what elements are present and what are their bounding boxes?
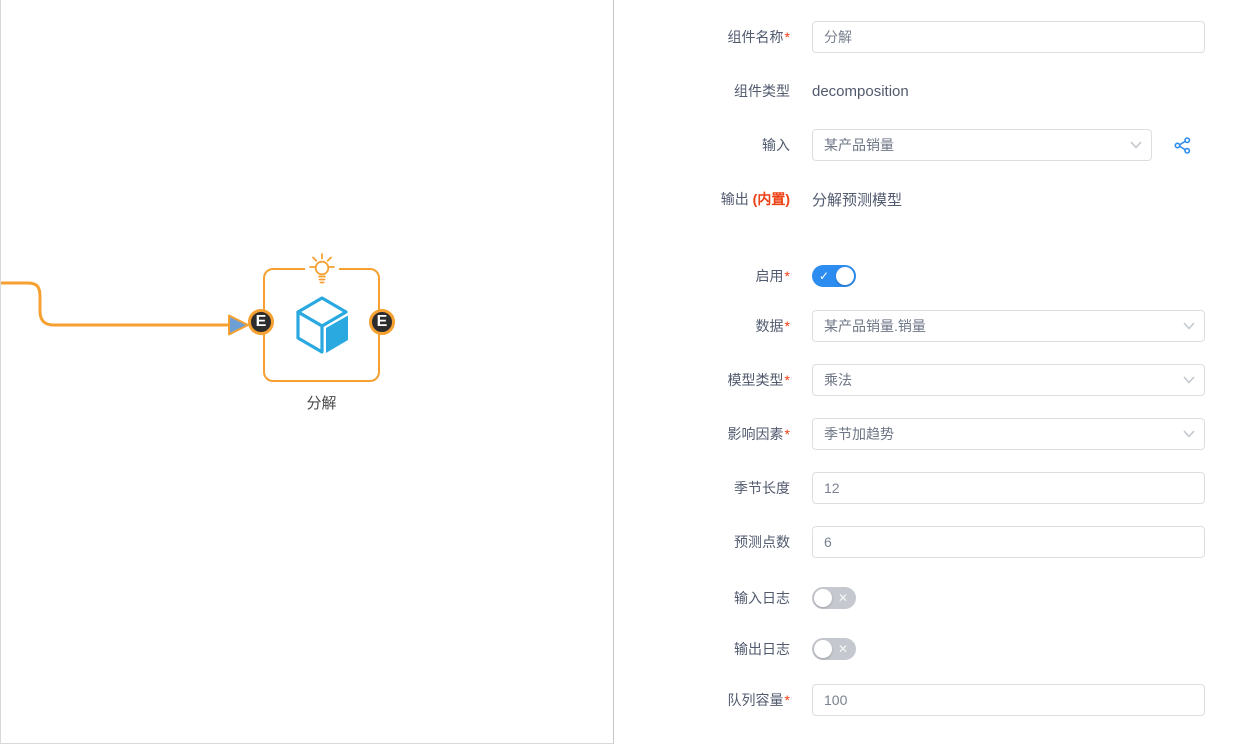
bulb-icon[interactable]	[305, 253, 339, 287]
row-enabled: 启用* ✓	[614, 260, 1244, 292]
decomposition-node[interactable]: E E 分解	[263, 268, 380, 382]
enabled-toggle[interactable]: ✓	[812, 265, 856, 287]
row-data-field: 数据* 某产品销量.销量	[614, 310, 1244, 342]
row-output-log: 输出日志 ✕	[614, 633, 1244, 665]
output-log-label: 输出日志	[614, 639, 790, 659]
wire-arrowhead-icon	[229, 316, 248, 335]
builtin-tag: (内置)	[753, 191, 790, 207]
required-mark: *	[785, 268, 790, 284]
share-icon[interactable]	[1174, 137, 1191, 154]
wire-path[interactable]	[1, 283, 228, 325]
influence-factor-value: 季节加趋势	[824, 424, 894, 444]
toggle-knob	[814, 640, 832, 658]
input-port[interactable]: E	[248, 309, 274, 335]
app-root: E E 分解 组件名称* 组件类型 decomposition 输入	[0, 0, 1244, 744]
chevron-down-icon	[1130, 141, 1142, 149]
required-mark: *	[785, 372, 790, 388]
row-component-type: 组件类型 decomposition	[614, 75, 1244, 107]
model-type-label: 模型类型*	[614, 370, 790, 390]
data-field-select[interactable]: 某产品销量.销量	[812, 310, 1205, 342]
toggle-knob	[836, 267, 854, 285]
forecast-points-label: 预测点数	[614, 532, 790, 552]
input-port-label: E	[256, 314, 267, 330]
model-type-select[interactable]: 乘法	[812, 364, 1205, 396]
input-log-label: 输入日志	[614, 588, 790, 608]
output-log-toggle[interactable]: ✕	[812, 638, 856, 660]
row-queue-capacity: 队列容量*	[614, 684, 1244, 716]
input-source-label: 输入	[614, 135, 790, 155]
output-port-label: E	[377, 314, 388, 330]
enabled-label: 启用*	[614, 266, 790, 286]
component-type-value: decomposition	[812, 83, 909, 100]
chevron-down-icon	[1183, 376, 1195, 384]
output-label: 输出 (内置)	[614, 189, 790, 209]
forecast-points-input[interactable]	[812, 526, 1205, 558]
influence-factor-select[interactable]: 季节加趋势	[812, 418, 1205, 450]
row-output: 输出 (内置) 分解预测模型	[614, 183, 1244, 215]
properties-panel: 组件名称* 组件类型 decomposition 输入 某产品销量	[614, 0, 1244, 744]
influence-factor-label: 影响因素*	[614, 424, 790, 444]
queue-capacity-input[interactable]	[812, 684, 1205, 716]
required-mark: *	[785, 29, 790, 45]
required-mark: *	[785, 426, 790, 442]
chevron-down-icon	[1183, 430, 1195, 438]
input-source-select[interactable]: 某产品销量	[812, 129, 1152, 161]
row-season-length: 季节长度	[614, 472, 1244, 504]
cube-icon	[292, 294, 352, 356]
cross-icon: ✕	[838, 643, 848, 655]
row-influence-factor: 影响因素* 季节加趋势	[614, 418, 1244, 450]
output-port[interactable]: E	[369, 309, 395, 335]
flow-canvas[interactable]: E E 分解	[0, 0, 614, 744]
row-component-name: 组件名称*	[614, 21, 1244, 53]
required-mark: *	[785, 692, 790, 708]
data-field-label: 数据*	[614, 316, 790, 336]
check-icon: ✓	[819, 270, 829, 282]
cross-icon: ✕	[838, 592, 848, 604]
season-length-label: 季节长度	[614, 478, 790, 498]
required-mark: *	[785, 318, 790, 334]
input-log-toggle[interactable]: ✕	[812, 587, 856, 609]
model-type-value: 乘法	[824, 370, 852, 390]
row-input-source: 输入 某产品销量	[614, 129, 1244, 161]
component-name-label: 组件名称*	[614, 27, 790, 47]
component-type-label: 组件类型	[614, 81, 790, 101]
node-label: 分解	[265, 392, 378, 413]
queue-capacity-label: 队列容量*	[614, 690, 790, 710]
input-source-value: 某产品销量	[824, 135, 894, 155]
toggle-knob	[814, 589, 832, 607]
row-input-log: 输入日志 ✕	[614, 582, 1244, 614]
component-name-input[interactable]	[812, 21, 1205, 53]
chevron-down-icon	[1183, 322, 1195, 330]
output-value: 分解预测模型	[812, 189, 902, 210]
row-forecast-points: 预测点数	[614, 526, 1244, 558]
row-model-type: 模型类型* 乘法	[614, 364, 1244, 396]
data-field-value: 某产品销量.销量	[824, 316, 926, 336]
season-length-input[interactable]	[812, 472, 1205, 504]
